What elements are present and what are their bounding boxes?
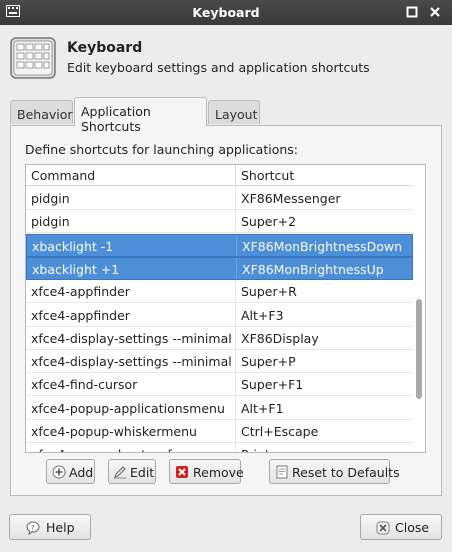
panel-description: Define shortcuts for launching applicati… (25, 142, 298, 157)
table-row[interactable]: pidgin XF86Messenger (26, 187, 413, 210)
column-header-command[interactable]: Command (31, 168, 95, 183)
remove-icon (176, 466, 188, 478)
shortcut-cell: XF86Display (241, 330, 319, 346)
shortcut-cell: Ctrl+Escape (241, 424, 319, 439)
edit-button[interactable]: Edit (108, 459, 156, 484)
title-bar: Keyboard (0, 0, 452, 25)
header-subtitle: Edit keyboard settings and application s… (67, 60, 370, 75)
shortcut-cell: Alt+F1 (241, 400, 284, 416)
reset-button-label: Reset to Defaults (292, 465, 400, 480)
cell-divider (235, 280, 236, 303)
command-cell: pidgin (31, 191, 70, 206)
shortcut-cell: Super+F1 (241, 377, 304, 393)
shortcut-cell: Super+P (241, 354, 296, 370)
command-cell: xfce4-find-cursor (31, 377, 138, 393)
cell-divider (235, 396, 236, 419)
tab-application-shortcuts[interactable]: Application Shortcuts (74, 97, 207, 134)
cell-divider (235, 443, 236, 452)
help-button[interactable]: ? Help (9, 514, 91, 540)
reset-to-defaults-button[interactable]: Reset to Defaults (269, 459, 400, 484)
help-icon: ? (26, 521, 40, 535)
cell-divider (235, 420, 236, 442)
maximize-icon[interactable] (405, 5, 419, 19)
document-revert-icon (276, 465, 288, 479)
shortcut-cell: XF86MonBrightnessDown (242, 238, 403, 254)
table-row[interactable]: xfce4-display-settings --minimal Super+P (26, 350, 413, 374)
tab-layout[interactable]: Layout (208, 100, 260, 124)
scrollbar-thumb[interactable] (416, 299, 422, 399)
column-header-shortcut[interactable]: Shortcut (241, 168, 294, 183)
command-cell: xbacklight +1 (32, 261, 120, 277)
table-row[interactable]: xbacklight -1 XF86MonBrightnessDown (26, 233, 413, 257)
table-row[interactable]: xfce4-appfinder Alt+F3 (26, 303, 413, 327)
shortcuts-list[interactable]: Command Shortcut pidgin XF86Messenger pidg… (25, 164, 426, 453)
command-cell: pidgin (31, 214, 70, 230)
shortcuts-panel: Define shortcuts for launching applicati… (10, 125, 442, 496)
table-row[interactable]: xfce4-popup-whiskermenu Ctrl+Escape (26, 420, 413, 443)
header-title: Keyboard (67, 40, 143, 56)
keyboard-icon (10, 37, 56, 79)
command-cell: xbacklight -1 (32, 238, 114, 254)
add-icon (52, 465, 66, 479)
tab-behavior[interactable]: Behavior (10, 100, 73, 124)
close-icon[interactable] (428, 5, 442, 19)
shortcut-cell: Alt+F3 (241, 307, 284, 323)
cell-divider (236, 257, 237, 279)
window-title: Keyboard (192, 5, 260, 20)
table-row[interactable]: xfce4-find-cursor Super+F1 (26, 373, 413, 397)
svg-text:?: ? (31, 524, 35, 532)
cell-divider (235, 210, 236, 233)
dialog-header: Keyboard Edit keyboard settings and appl… (0, 25, 452, 95)
table-row[interactable]: xfce4-appfinder Super+R (26, 280, 413, 304)
column-divider[interactable] (235, 165, 236, 185)
help-button-label: Help (46, 520, 75, 535)
shortcut-cell: Super+2 (241, 214, 297, 230)
table-row[interactable]: xfce4-screenshooter -f Print (26, 443, 413, 452)
close-icon (376, 521, 390, 535)
table-row[interactable]: xfce4-popup-applicationsmenu Alt+F1 (26, 396, 413, 420)
edit-icon (114, 466, 126, 479)
table-row[interactable]: xbacklight +1 XF86MonBrightnessUp (26, 256, 413, 280)
cell-divider (236, 234, 237, 256)
command-cell: xfce4-screenshooter -f (31, 447, 172, 452)
list-header: Command Shortcut (26, 165, 413, 186)
add-button-label: Add (69, 465, 94, 480)
shortcut-cell: Print (241, 447, 270, 452)
table-row[interactable]: pidgin Super+2 (26, 210, 413, 234)
close-button[interactable]: Close (360, 514, 442, 540)
command-cell: xfce4-popup-applicationsmenu (31, 400, 225, 416)
cell-divider (235, 303, 236, 326)
cell-divider (235, 187, 236, 209)
shortcut-cell: Super+R (241, 284, 297, 300)
edit-button-label: Edit (130, 465, 155, 480)
command-cell: xfce4-appfinder (31, 307, 130, 323)
cell-divider (235, 326, 236, 349)
close-button-label: Close (395, 520, 430, 535)
command-cell: xfce4-display-settings --minimal (31, 330, 232, 346)
command-cell: xfce4-display-settings --minimal (31, 354, 232, 370)
remove-button-label: Remove (193, 465, 244, 480)
shortcut-cell: XF86Messenger (241, 191, 341, 206)
cell-divider (235, 350, 236, 373)
table-row[interactable]: xfce4-display-settings --minimal XF86Disp… (26, 326, 413, 350)
cell-divider (235, 373, 236, 396)
shortcut-cell: XF86MonBrightnessUp (242, 261, 384, 277)
vertical-scrollbar[interactable] (413, 165, 425, 452)
add-button[interactable]: Add (46, 459, 95, 484)
command-cell: xfce4-popup-whiskermenu (31, 424, 197, 439)
command-cell: xfce4-appfinder (31, 284, 130, 300)
remove-button[interactable]: Remove (169, 459, 244, 484)
